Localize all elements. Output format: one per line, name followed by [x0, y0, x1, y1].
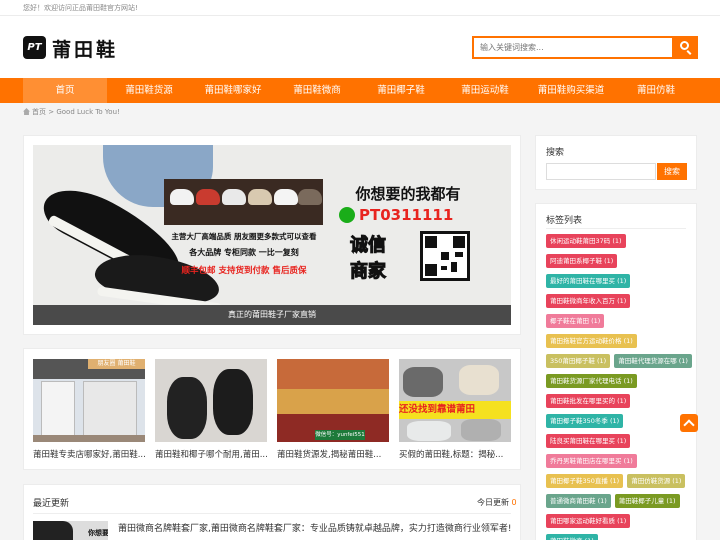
qr-code-image	[420, 231, 470, 281]
tag-link[interactable]: 莆田椰子鞋350冬季 (1)	[546, 414, 624, 428]
tag-link[interactable]: 椰子鞋在莆田 (1)	[546, 314, 605, 328]
nav-item-sports[interactable]: 莆田运动鞋	[443, 78, 527, 103]
sidebar-search-input[interactable]	[546, 163, 656, 180]
tag-link[interactable]: 阿迪莆田系椰子鞋 (1)	[546, 254, 618, 268]
tag-link[interactable]: 莆田鞋椰子儿童 (1)	[614, 494, 680, 508]
nav-item-yeezy[interactable]: 莆田椰子鞋	[359, 78, 443, 103]
banner-wechat-id: PT0311111	[359, 206, 454, 224]
thumbnail-caption[interactable]: 莆田鞋专卖店哪家好,莆田鞋...	[33, 448, 145, 460]
breadcrumb-home[interactable]: 首页	[32, 108, 46, 116]
tag-link[interactable]: 乔丹男鞋莆田店在哪里买 (1)	[546, 454, 637, 468]
thumbnail-overlay: 朋友圈 莆田鞋	[88, 359, 145, 369]
nav-item-source[interactable]: 莆田鞋货源	[107, 78, 191, 103]
tag-link[interactable]: 莆田椰子鞋350直播 (1)	[546, 474, 624, 488]
nav-item-channels[interactable]: 莆田鞋购买渠道	[527, 78, 615, 103]
header-search	[472, 36, 698, 59]
tag-link[interactable]: 莆田鞋微商年收入百万 (1)	[546, 294, 631, 308]
thumbnail-caption[interactable]: 莆田鞋货源发,揭秘莆田鞋...	[277, 448, 389, 460]
thumbnail-overlay: 还没找到靠谱莆田	[399, 401, 511, 419]
shoe-collection-image	[164, 179, 323, 225]
banner-headline: 你想要的我都有	[355, 185, 461, 203]
latest-updates-title: 最近更新	[33, 499, 70, 509]
sidebar-search-button[interactable]: 搜索	[657, 163, 687, 180]
nav-item-best[interactable]: 莆田鞋哪家好	[191, 78, 275, 103]
today-updates: 今日更新 0	[477, 497, 517, 508]
thumbnail-store[interactable]: 朋友圈 莆田鞋	[33, 359, 145, 442]
nav-item-wechat-seller[interactable]: 莆田鞋微商	[275, 78, 359, 103]
banner-line-2: 各大品牌 专柜同款 一比一复刻	[189, 248, 299, 257]
post-thumbnail[interactable]: 你想要	[33, 521, 108, 540]
tag-link[interactable]: 莆田鞋微商 (1)	[546, 534, 598, 540]
nav-item-home[interactable]: 首页	[23, 78, 107, 103]
divider	[546, 228, 686, 229]
sidebar-search-title: 搜索	[546, 148, 565, 158]
nav-item-replica[interactable]: 莆田仿鞋	[615, 78, 697, 103]
tag-link[interactable]: 陆良买莆田鞋在哪里买 (1)	[546, 434, 631, 448]
tag-link[interactable]: 莆田鞋货源厂家代理电话 (1)	[546, 374, 637, 388]
thumbnail-caption[interactable]: 莆田鞋和椰子哪个耐用,莆田...	[155, 448, 267, 460]
breadcrumb-separator: >	[48, 108, 55, 116]
tag-link[interactable]: 普通微商莆田鞋 (1)	[546, 494, 611, 508]
breadcrumb-current: Good Luck To You!	[56, 108, 120, 116]
main-nav: 首页 莆田鞋货源 莆田鞋哪家好 莆田鞋微商 莆田椰子鞋 莆田运动鞋 莆田鞋购买渠…	[0, 78, 720, 103]
banner-trust-2: 商家	[350, 261, 387, 283]
thumbnail-promo[interactable]: 还没找到靠谱莆田	[399, 359, 511, 442]
site-logo-icon[interactable]: PT	[23, 36, 46, 59]
search-icon	[680, 41, 689, 50]
post-title-link[interactable]: 莆田微商名牌鞋套厂家,莆田微商名牌鞋套厂家：专业品质铸就卓越品牌，实力打造微商行…	[118, 521, 518, 534]
header-search-input[interactable]	[474, 38, 672, 57]
today-updates-count: 0	[511, 498, 517, 507]
thumbnail-warehouse[interactable]: 微信号：yunfei551	[277, 359, 389, 442]
top-bar: 您好！欢迎访问正品莆田鞋官方网站!	[0, 0, 720, 16]
today-updates-label: 今日更新	[477, 498, 509, 507]
welcome-text: 您好！欢迎访问正品莆田鞋官方网站!	[23, 4, 138, 12]
banner-caption[interactable]: 真正的莆田鞋子厂家直销	[33, 305, 511, 325]
breadcrumb: 首页 > Good Luck To You!	[23, 107, 120, 117]
post-thumbnail-text: 你想要	[88, 529, 108, 537]
header-search-button[interactable]	[672, 38, 696, 57]
sidebar-tags-title: 标签列表	[546, 216, 583, 226]
tag-link[interactable]: 莆田鞋批发在哪里买的 (1)	[546, 394, 631, 408]
tag-link[interactable]: 莆田仿鞋货源 (1)	[627, 474, 686, 488]
thumbnail-yeezy[interactable]	[155, 359, 267, 442]
tag-link[interactable]: 莆田哪家运动鞋好看质 (1)	[546, 514, 631, 528]
tag-link[interactable]: 休闲运动鞋莆田37码 (1)	[546, 234, 626, 248]
wechat-icon	[339, 207, 355, 223]
tag-link[interactable]: 莆田拖鞋官方运动鞋价格 (1)	[546, 334, 637, 348]
banner-trust-1: 诚信	[350, 235, 387, 257]
tag-link[interactable]: 莆田鞋代理货源在哪 (1)	[614, 354, 692, 368]
thumbnail-overlay: 微信号：yunfei551	[315, 430, 365, 440]
banner-line-1: 主营大厂高端品质 朋友圈更多款式可以查看	[171, 232, 317, 241]
site-name[interactable]: 莆田鞋	[52, 35, 118, 62]
home-icon	[23, 108, 30, 115]
divider	[33, 513, 511, 514]
back-to-top-button[interactable]	[680, 414, 698, 432]
banner-line-3: 顺丰包邮 支持货到付款 售后质保	[181, 266, 307, 276]
tag-link[interactable]: 最好的莆田鞋在哪里买 (1)	[546, 274, 631, 288]
banner-slide[interactable]: 你想要的我都有 PT0311111 主营大厂高端品质 朋友圈更多款式可以查看 各…	[33, 145, 511, 325]
thumbnail-caption[interactable]: 买假的莆田鞋,标题：揭秘...	[399, 448, 511, 460]
tag-link[interactable]: 350莆田椰子鞋 (1)	[546, 354, 611, 368]
